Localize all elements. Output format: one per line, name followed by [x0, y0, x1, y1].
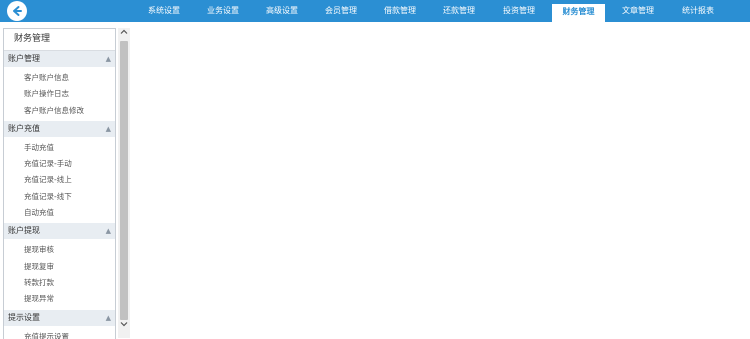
sidebar: 财务管理 账户管理 ▲ 客户账户信息 账户操作日志 客户账户信息修改 账户充值 … [3, 28, 116, 339]
chevron-up-icon: ▲ [105, 55, 111, 63]
sidebar-item-auto-recharge[interactable]: 自动充值 [4, 205, 115, 221]
sidebar-item-transfer-payment[interactable]: 转款打款 [4, 275, 115, 291]
back-button[interactable] [7, 1, 27, 21]
nav-tab-loan-management[interactable]: 借款管理 [375, 0, 425, 22]
top-nav-bar: 系统设置 业务设置 高级设置 会员管理 借款管理 还款管理 投资管理 财务管理 … [0, 0, 750, 22]
chevron-up-icon: ▲ [105, 124, 111, 133]
nav-tab-statistics-report[interactable]: 统计报表 [673, 0, 723, 22]
group-header-label: 提示设置 [8, 312, 40, 322]
sidebar-group-account-withdrawal[interactable]: 账户提现 ▲ [4, 223, 115, 240]
sidebar-item-customer-account-edit[interactable]: 客户账户信息修改 [4, 103, 115, 119]
sidebar-title: 财务管理 [4, 29, 115, 51]
sidebar-item-recharge-notification-settings[interactable]: 充值提示设置 [4, 329, 115, 339]
back-arrow-icon [13, 6, 22, 16]
scroll-down-icon[interactable] [118, 320, 130, 332]
nav-tab-investment-management[interactable]: 投资管理 [494, 0, 544, 22]
chevron-up-icon: ▲ [105, 313, 111, 322]
sidebar-group-account-management[interactable]: 账户管理 ▲ [4, 51, 115, 67]
sidebar-item-withdrawal-review[interactable]: 提现审核 [4, 242, 115, 258]
nav-tab-business-settings[interactable]: 业务设置 [198, 0, 248, 22]
sidebar-item-recharge-record-offline[interactable]: 充值记录-线下 [4, 189, 115, 205]
group-items: 手动充值 充值记录-手动 充值记录-线上 充值记录-线下 自动充值 [4, 137, 115, 223]
chevron-up-icon: ▲ [105, 227, 111, 236]
nav-tab-system-settings[interactable]: 系统设置 [139, 0, 189, 22]
nav-tab-article-management[interactable]: 文章管理 [613, 0, 663, 22]
nav-tab-repayment-management[interactable]: 还款管理 [434, 0, 484, 22]
group-header-label: 账户充值 [8, 123, 40, 133]
group-header-label: 账户管理 [8, 54, 40, 63]
sidebar-group-account-recharge[interactable]: 账户充值 ▲ [4, 120, 115, 137]
sidebar-item-account-operation-log[interactable]: 账户操作日志 [4, 86, 115, 102]
scroll-up-icon[interactable] [118, 28, 130, 40]
sidebar-group-notification-settings[interactable]: 提示设置 ▲ [4, 309, 115, 326]
group-items: 客户账户信息 账户操作日志 客户账户信息修改 [4, 67, 115, 121]
sidebar-item-recharge-record-manual[interactable]: 充值记录-手动 [4, 156, 115, 172]
nav-tab-advanced-settings[interactable]: 高级设置 [257, 0, 307, 22]
sidebar-item-customer-account-info[interactable]: 客户账户信息 [4, 70, 115, 86]
nav-tab-finance-management[interactable]: 财务管理 [552, 4, 605, 22]
sidebar-item-withdrawal-re-review[interactable]: 提现复审 [4, 259, 115, 275]
group-header-label: 账户提现 [8, 226, 40, 236]
sidebar-item-manual-recharge[interactable]: 手动充值 [4, 140, 115, 156]
nav-tab-member-management[interactable]: 会员管理 [316, 0, 366, 22]
sidebar-item-withdrawal-exception[interactable]: 提现异常 [4, 291, 115, 307]
scrollbar-thumb[interactable] [120, 41, 128, 320]
group-items: 充值提示设置 [4, 326, 115, 339]
sidebar-item-recharge-record-online[interactable]: 充值记录-线上 [4, 172, 115, 188]
group-items: 提现审核 提现复审 转款打款 提现异常 [4, 239, 115, 309]
main-content-area [131, 22, 750, 338]
sidebar-scrollbar[interactable] [118, 28, 130, 338]
